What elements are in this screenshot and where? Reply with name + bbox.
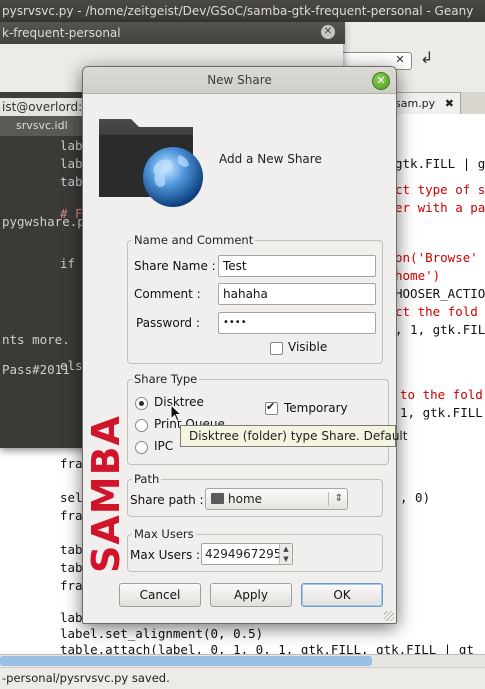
max-users-label: Max Users : [130, 548, 201, 562]
code-line: , 0) [400, 490, 431, 505]
comment-input[interactable]: hahaha [218, 283, 376, 305]
name-and-comment-frame: Name and Comment Share Name : Test Comme… [127, 233, 383, 364]
updown-arrows-icon: ⇕ [334, 493, 343, 504]
share-path-chooser[interactable]: home ⇕ [205, 488, 348, 510]
samba-logo: SAMBA [89, 415, 125, 573]
clear-search-icon[interactable]: ✕ [393, 53, 407, 67]
max-users-spinner[interactable]: 4294967295 ▲ ▼ [201, 543, 293, 565]
code-line: home') [395, 268, 441, 283]
code-line: label.set_alignment(0, 0.5) [60, 626, 264, 641]
tab-sam-py[interactable]: sam.py ✖ [386, 92, 461, 114]
tab-srvsvc-idl[interactable]: srvsvc.idl [16, 116, 68, 136]
terminal-title-bar: k-frequent-personal [0, 22, 345, 44]
frame-legend: Path [132, 472, 162, 486]
dialog-title: New Share [207, 73, 272, 87]
code-line: on('Browse' [395, 250, 478, 265]
visible-checkbox[interactable] [270, 342, 283, 355]
disktree-tooltip: Disktree (folder) type Share. Default [180, 425, 407, 447]
close-icon[interactable]: ✕ [321, 25, 335, 39]
temporary-label: Temporary [284, 401, 348, 415]
share-path-value: home [228, 492, 263, 506]
status-bar: -personal/pysrvsvc.py saved. [0, 668, 485, 689]
resize-grip-icon[interactable] [384, 611, 394, 621]
combo-separator [328, 492, 329, 506]
code-line: , 1, gtk.FIL [395, 322, 485, 337]
max-users-frame: Max Users Max Users : 4294967295 ▲ ▼ [127, 527, 383, 572]
network-folder-icon [99, 119, 203, 207]
share-name-label: Share Name : [134, 259, 216, 273]
tab-label: sam.py [395, 97, 436, 110]
dialog-title-bar[interactable]: New Share ✕ [83, 67, 396, 94]
jump-to-line-icon[interactable]: ↲ [420, 48, 433, 67]
code-line: if [60, 256, 76, 271]
ipc-radio[interactable] [135, 441, 148, 454]
password-input[interactable]: •••• [218, 312, 376, 334]
code-line: HOOSER_ACTIO [395, 286, 485, 301]
code-line: ct type of s [395, 182, 485, 197]
geany-title-bar: pysrvsvc.py - /home/zeitgeist/Dev/GSoC/s… [0, 0, 485, 22]
visible-label: Visible [288, 340, 328, 354]
code-line: er with a pa [395, 200, 485, 215]
terminal-line: Pass#2011 [2, 362, 70, 377]
max-users-value: 4294967295 [205, 547, 282, 561]
share-path-label: Share path : [130, 493, 204, 507]
new-share-dialog: New Share ✕ Add a New Share SAMBA Name a… [82, 66, 397, 624]
code-line: to the fold [400, 387, 483, 402]
close-icon[interactable]: ✕ [372, 72, 390, 90]
frame-legend: Name and Comment [132, 233, 256, 247]
cancel-button[interactable]: Cancel [119, 583, 201, 607]
terminal-line: pygwshare.p [2, 214, 85, 229]
code-line: tab [60, 542, 83, 557]
ipc-label[interactable]: IPC [154, 439, 173, 453]
print-queue-radio[interactable] [135, 419, 148, 432]
share-type-frame: Share Type Disktree Print Queue IPC Temp… [127, 372, 389, 465]
disktree-radio[interactable] [135, 397, 148, 410]
scrollbar-thumb[interactable] [0, 656, 372, 666]
code-line: fra [60, 578, 83, 593]
code-line: 1, gtk.FILL [400, 405, 483, 420]
close-tab-icon[interactable]: ✖ [445, 93, 454, 115]
spinner-arrows-icon[interactable]: ▲ ▼ [279, 544, 292, 564]
code-line: lab [60, 156, 83, 171]
code-line: ct the fold [395, 304, 478, 319]
terminal-line: nts more. [2, 332, 70, 347]
comment-label: Comment : [134, 287, 201, 301]
dialog-header-text: Add a New Share [219, 152, 322, 166]
code-line: lab [60, 610, 83, 625]
code-line: lab [60, 138, 83, 153]
horizontal-scrollbar[interactable] [0, 654, 485, 667]
mouse-cursor-icon [170, 404, 182, 422]
svg-text:SAMBA: SAMBA [89, 415, 125, 573]
code-line: tab [60, 174, 83, 189]
code-line: tab [60, 560, 83, 575]
frame-legend: Max Users [132, 527, 196, 541]
code-line: fra [60, 508, 83, 523]
password-label: Password : [136, 316, 200, 330]
frame-legend: Share Type [132, 372, 200, 386]
folder-icon [211, 493, 224, 504]
temporary-checkbox[interactable] [265, 400, 278, 415]
ok-button[interactable]: OK [301, 583, 383, 607]
apply-button[interactable]: Apply [210, 583, 292, 607]
path-frame: Path Share path : home ⇕ [127, 472, 383, 517]
share-name-input[interactable]: Test [218, 255, 376, 277]
code-line: fra [60, 456, 83, 471]
code-line: sel [60, 490, 83, 505]
code-line: gtk.FILL | gt [395, 156, 485, 171]
